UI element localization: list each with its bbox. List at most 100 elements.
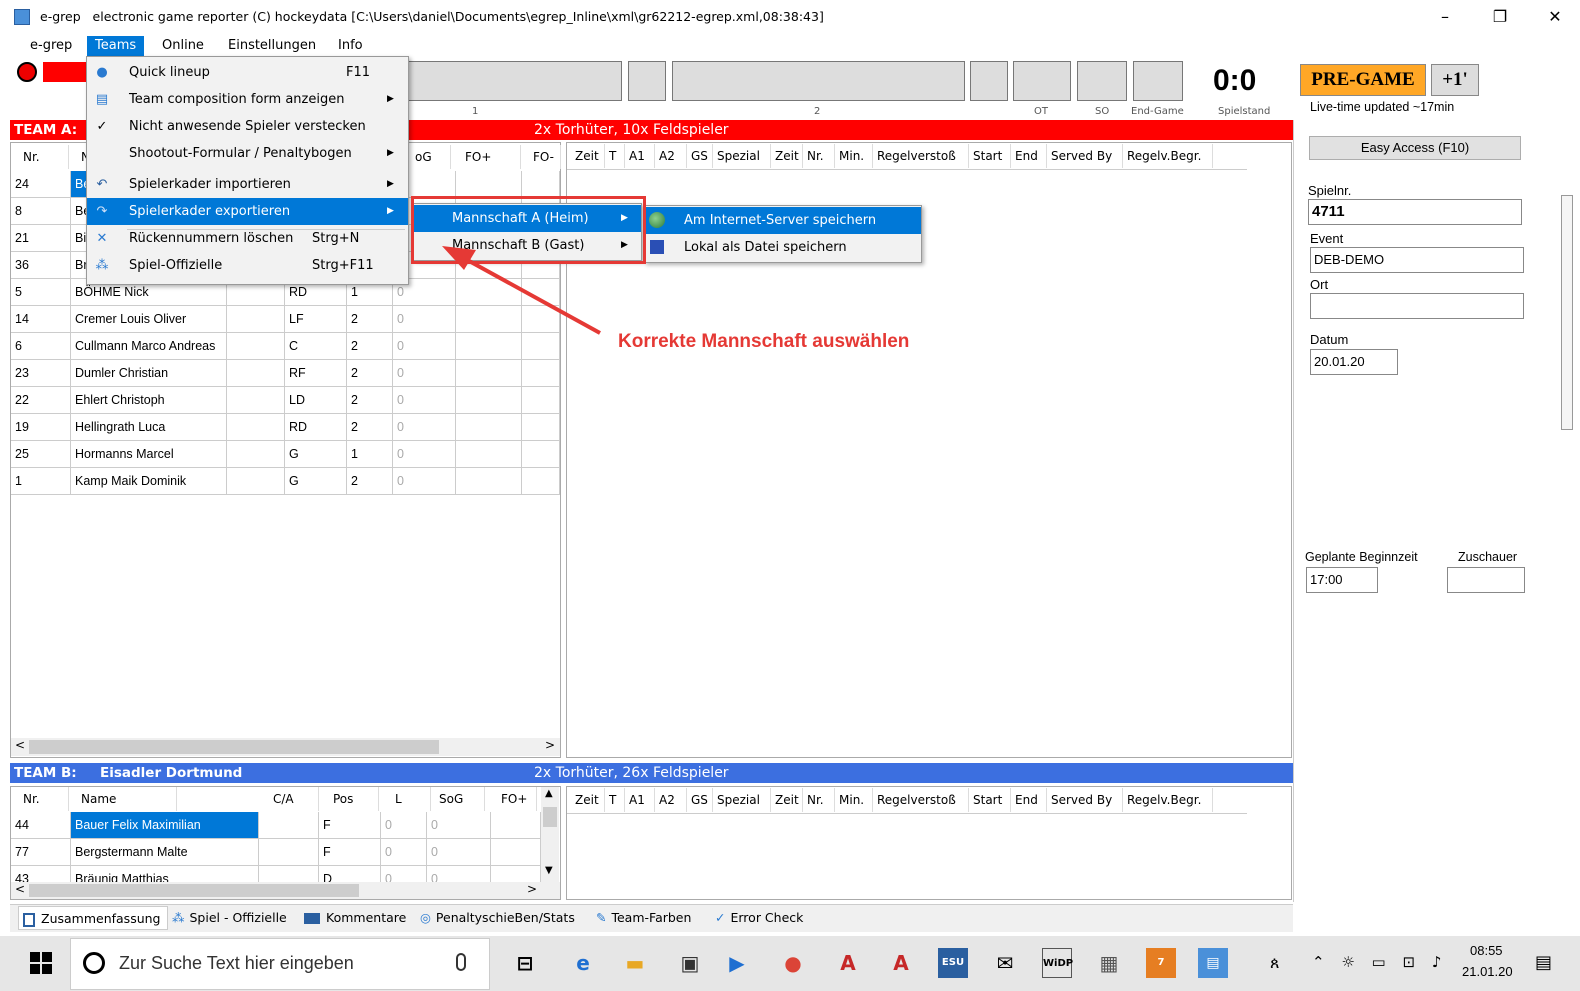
team-b-cell-pos[interactable]: D <box>319 866 381 883</box>
scroll-thumb[interactable] <box>29 884 359 897</box>
scroll-right-icon[interactable]: > <box>545 738 555 752</box>
team-b-cell-name[interactable]: Bauer Felix Maximilian <box>71 812 259 839</box>
menu-item-5[interactable]: ↷ Spielerkader exportieren ▶ <box>87 198 408 225</box>
pen-b-col-4[interactable]: GS <box>687 788 713 812</box>
pen-b-col-2[interactable]: A1 <box>625 788 655 812</box>
team-a-cell-fo[interactable] <box>456 414 522 441</box>
team-b-cell-fo[interactable] <box>491 866 541 883</box>
notification-icon[interactable]: ▤ <box>1535 952 1552 973</box>
menu-item-4[interactable]: ↶ Spielerkader importieren ▶ <box>87 171 408 198</box>
pen-a-col-12[interactable]: Served By <box>1047 144 1123 168</box>
scroll-right-icon[interactable]: > <box>527 882 537 896</box>
pen-a-col-13[interactable]: Regelv.Begr. <box>1123 144 1213 168</box>
plus-one-button[interactable]: +1' <box>1431 64 1479 96</box>
team-a-cell-pos[interactable]: LF <box>285 306 347 333</box>
minimize-button[interactable]: – <box>1425 4 1465 30</box>
team-b-col-2[interactable]: C/A <box>269 787 319 811</box>
pen-a-col-6[interactable]: Zeit <box>771 144 803 168</box>
microphone-icon[interactable] <box>456 953 466 971</box>
col-sog[interactable]: oG <box>411 145 451 169</box>
tab-team-farben[interactable]: ✎ Team-Farben <box>596 906 691 930</box>
pen-b-col-11[interactable]: End <box>1011 788 1047 812</box>
team-a-cell-pos[interactable]: G <box>285 441 347 468</box>
pen-a-col-5[interactable]: Spezial <box>713 144 771 168</box>
team-a-cell-nr[interactable]: 23 <box>11 360 71 387</box>
menu-item-lokal-datei[interactable]: Lokal als Datei speichern <box>645 234 921 261</box>
explorer-icon[interactable]: ▬ <box>620 948 650 978</box>
team-a-cell-l[interactable]: 2 <box>347 333 393 360</box>
pen-b-col-13[interactable]: Regelv.Begr. <box>1123 788 1213 812</box>
team-a-cell-nr[interactable]: 8 <box>11 198 71 225</box>
team-a-cell-sog[interactable]: 0 <box>393 468 456 495</box>
pen-a-col-9[interactable]: Regelverstoß <box>873 144 969 168</box>
spielnr-field[interactable]: 4711 <box>1308 199 1522 225</box>
vertical-scrollbar[interactable]: ▲ ▼ <box>541 787 559 883</box>
edge-icon[interactable]: e <box>568 948 598 978</box>
team-a-cell-l[interactable]: 2 <box>347 468 393 495</box>
team-a-cell-pos[interactable]: G <box>285 468 347 495</box>
windows-start-icon[interactable] <box>30 952 52 974</box>
team-a-cell-l[interactable]: 1 <box>347 441 393 468</box>
team-a-cell-sog[interactable]: 0 <box>393 387 456 414</box>
tray-icons[interactable]: ⌃ ☼ ▭ ⊡ ♪ <box>1312 953 1447 971</box>
pen-b-col-6[interactable]: Zeit <box>771 788 803 812</box>
horizontal-scrollbar[interactable]: < > <box>11 738 560 756</box>
pen-b-col-3[interactable]: A2 <box>655 788 687 812</box>
team-b-col-6[interactable]: FO+ <box>497 787 537 811</box>
team-b-col-5[interactable]: SoG <box>435 787 485 811</box>
team-a-cell-x1[interactable] <box>227 306 285 333</box>
menu-item-0[interactable]: ● Quick lineup F11 <box>87 59 408 86</box>
pen-a-col-11[interactable]: End <box>1011 144 1047 168</box>
ort-field[interactable] <box>1310 293 1524 319</box>
menu-egrep[interactable]: e-grep <box>22 36 80 56</box>
team-a-cell-name[interactable]: Hellingrath Luca <box>71 414 227 441</box>
team-b-cell-l[interactable]: 0 <box>381 866 427 883</box>
tab-zusammenfassung[interactable]: Zusammenfassung <box>18 906 168 930</box>
pen-b-col-5[interactable]: Spezial <box>713 788 771 812</box>
team-a-cell-fom[interactable] <box>522 387 560 414</box>
team-b-col-4[interactable]: L <box>391 787 431 811</box>
easy-access-button[interactable]: Easy Access (F10) <box>1309 136 1521 160</box>
team-a-cell-name[interactable]: Ehlert Christoph <box>71 387 227 414</box>
team-b-col-3[interactable]: Pos <box>329 787 379 811</box>
team-a-cell-nr[interactable]: 24 <box>11 171 71 198</box>
store-icon[interactable]: ▣ <box>675 948 705 978</box>
team-a-cell-x1[interactable] <box>227 468 285 495</box>
acrobat2-icon[interactable]: A <box>886 948 916 978</box>
pen-a-col-10[interactable]: Start <box>969 144 1011 168</box>
tab-penaltyschiessen[interactable]: ◎ PenaltyschieBen/Stats <box>420 906 575 930</box>
menu-teams[interactable]: Teams <box>87 36 145 56</box>
menu-item-2[interactable]: ✓ Nicht anwesende Spieler verstecken <box>87 113 408 140</box>
pen-b-col-10[interactable]: Start <box>969 788 1011 812</box>
egrep-taskbar-icon[interactable]: ▤ <box>1198 948 1228 978</box>
menu-info[interactable]: Info <box>330 36 371 56</box>
team-b-cell-sog[interactable]: 0 <box>427 866 491 883</box>
team-a-cell-fom[interactable] <box>522 414 560 441</box>
team-a-cell-x1[interactable] <box>227 414 285 441</box>
tab-error-check[interactable]: ✓ Error Check <box>715 906 803 930</box>
pen-b-col-7[interactable]: Nr. <box>803 788 835 812</box>
team-a-cell-sog[interactable]: 0 <box>393 360 456 387</box>
col-fo-plus[interactable]: FO+ <box>461 145 521 169</box>
mail-icon[interactable]: ✉ <box>990 948 1020 978</box>
team-b-cell-fo[interactable] <box>491 812 541 839</box>
beginn-field[interactable]: 17:00 <box>1306 567 1378 593</box>
team-b-cell-nr[interactable]: 77 <box>11 839 71 866</box>
team-a-cell-fom[interactable] <box>522 171 560 198</box>
team-a-cell-fo[interactable] <box>456 468 522 495</box>
menu-item-3[interactable]: Shootout-Formular / Penaltybogen ▶ <box>87 140 408 167</box>
team-a-cell-pos[interactable]: LD <box>285 387 347 414</box>
team-a-cell-x1[interactable] <box>227 441 285 468</box>
menu-item-internet-server[interactable]: Am Internet-Server speichern <box>645 207 921 234</box>
app-icon-2[interactable]: ▦ <box>1094 948 1124 978</box>
pen-a-col-3[interactable]: A2 <box>655 144 687 168</box>
team-b-col-0[interactable]: Nr. <box>19 787 69 811</box>
team-a-cell-x1[interactable] <box>227 360 285 387</box>
team-a-cell-name[interactable]: Kamp Maik Dominik <box>71 468 227 495</box>
team-b-cell-nr[interactable]: 43 <box>11 866 71 883</box>
team-a-cell-nr[interactable]: 25 <box>11 441 71 468</box>
team-a-cell-name[interactable]: Dumler Christian <box>71 360 227 387</box>
team-a-cell-fo[interactable] <box>456 171 522 198</box>
chrome-icon[interactable]: ● <box>778 948 808 978</box>
team-a-cell-l[interactable]: 2 <box>347 414 393 441</box>
